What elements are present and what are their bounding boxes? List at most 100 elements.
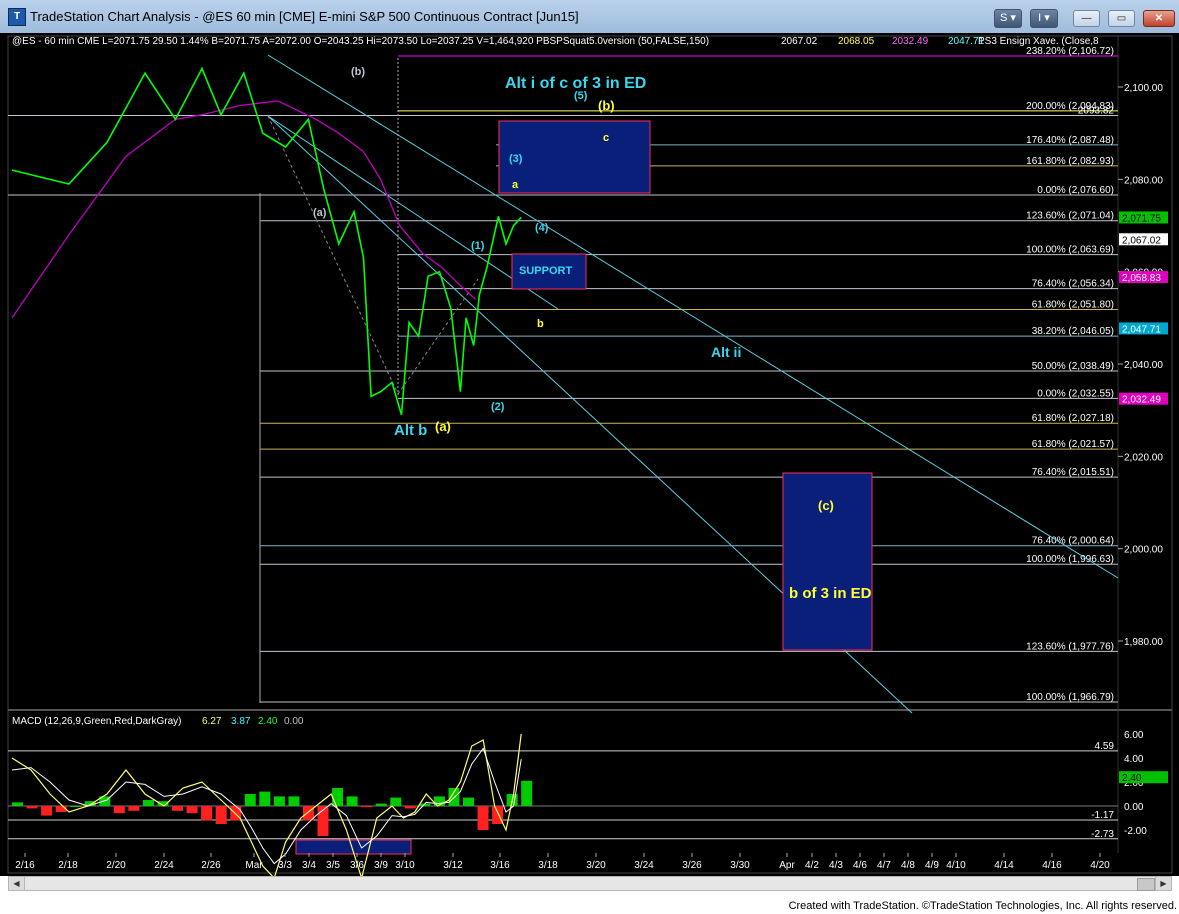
- macd-level-label: -2.73: [1091, 829, 1114, 840]
- macd-histogram-bar: [361, 806, 373, 808]
- price-tag-label: 2,032.49: [1122, 395, 1161, 406]
- x-tick-label: 2/26: [201, 860, 221, 871]
- macd-value: 3.87: [231, 716, 251, 727]
- fib-label: 100.00% (1,966.79): [1026, 692, 1114, 703]
- macd-histogram-bar: [128, 806, 140, 811]
- macd-histogram-bar: [26, 806, 38, 809]
- macd-histogram-bar: [273, 796, 285, 806]
- macd-histogram-bar: [288, 796, 300, 806]
- wave-label: (1): [471, 240, 485, 252]
- macd-value: 0.00: [284, 716, 304, 727]
- fib-label: 0.00% (2,032.55): [1037, 388, 1114, 399]
- macd-histogram-bar: [346, 796, 358, 806]
- x-tick-label: 3/26: [682, 860, 702, 871]
- macd-histogram-bar: [375, 803, 387, 806]
- macd-y-label: -2.00: [1124, 826, 1147, 837]
- macd-histogram-bar: [404, 806, 416, 809]
- fib-label: 76.40% (2,015.51): [1032, 467, 1114, 478]
- x-tick-label: 4/3: [829, 860, 843, 871]
- price-tag-label: 2,058.83: [1122, 273, 1161, 284]
- scroll-thumb[interactable]: [1137, 878, 1155, 891]
- macd-histogram-bar: [390, 797, 402, 806]
- x-tick-label: 3/12: [443, 860, 463, 871]
- x-tick-label: 3/18: [538, 860, 558, 871]
- wave-label: Alt b: [394, 422, 427, 439]
- scroll-left-arrow-icon[interactable]: ◀: [9, 877, 25, 890]
- close-button[interactable]: ✕: [1143, 10, 1175, 27]
- x-tick-label: 4/10: [946, 860, 966, 871]
- fib-label: 123.60% (2,071.04): [1026, 211, 1114, 222]
- fib-label: 100.00% (2,063.69): [1026, 245, 1114, 256]
- minimize-button[interactable]: —: [1073, 10, 1100, 27]
- x-tick-label: 3/20: [586, 860, 606, 871]
- x-tick-label: 3/3: [278, 860, 292, 871]
- fib-label: 176.40% (2,087.48): [1026, 135, 1114, 146]
- wave-label: SUPPORT: [519, 265, 572, 277]
- macd-histogram-bar: [463, 797, 475, 806]
- wave-label: b of 3 in ED: [789, 585, 872, 602]
- wave-label: (2): [491, 401, 505, 413]
- macd-histogram-bar: [186, 806, 198, 814]
- fib-label: 76.40% (2,056.34): [1032, 279, 1114, 290]
- x-tick-label: Apr: [779, 860, 795, 871]
- x-tick-label: 3/30: [730, 860, 750, 871]
- macd-y-label: 0.00: [1124, 802, 1144, 813]
- wave-label: (b): [598, 98, 615, 113]
- x-tick-label: 2/20: [106, 860, 126, 871]
- window-title: TradeStation Chart Analysis - @ES 60 min…: [30, 9, 579, 24]
- x-tick-label: 2/18: [58, 860, 78, 871]
- strategy-menu-button[interactable]: S ▾: [994, 9, 1022, 28]
- horizontal-scrollbar[interactable]: ◀ ▶: [8, 876, 1172, 891]
- x-tick-label: 3/5: [326, 860, 340, 871]
- macd-histogram-bar: [172, 806, 184, 811]
- x-tick-label: 3/6: [350, 860, 364, 871]
- price-tag-label: 2,067.02: [1122, 235, 1161, 246]
- maximize-button[interactable]: ▭: [1108, 10, 1135, 27]
- macd-y-label: 4.00: [1124, 754, 1144, 765]
- wave-label: b: [537, 318, 544, 330]
- fib-label: 2093.82: [1078, 106, 1115, 117]
- wave-label: (5): [574, 90, 588, 102]
- indicator-menu-button[interactable]: I ▾: [1030, 9, 1058, 28]
- fib-label: 0.00% (2,076.60): [1037, 185, 1114, 196]
- x-tick-label: Mar: [245, 860, 263, 871]
- macd-histogram-bar: [201, 806, 213, 821]
- chart-area[interactable]: 238.20% (2,106.72)200.00% (2,094.83)2093…: [0, 33, 1179, 876]
- x-tick-label: 4/9: [925, 860, 939, 871]
- macd-histogram-bar: [244, 794, 256, 806]
- macd-value: 2.40: [258, 716, 278, 727]
- macd-level-label: 4.59: [1095, 741, 1115, 752]
- fib-label: 61.80% (2,021.57): [1032, 439, 1114, 450]
- macd-histogram-bar: [448, 788, 460, 806]
- macd-histogram-bar: [41, 806, 53, 816]
- macd-label: MACD (12,26,9,Green,Red,DarkGray): [12, 716, 182, 727]
- y-tick-label: 2,000.00: [1124, 545, 1163, 556]
- pbsp-value: 2068.05: [838, 36, 875, 47]
- macd-histogram-bar: [12, 802, 23, 806]
- wave-label: (b): [351, 66, 365, 78]
- fib-label: 100.00% (1,996.63): [1026, 554, 1114, 565]
- y-tick-label: 2,040.00: [1124, 360, 1163, 371]
- macd-histogram-bar: [521, 780, 533, 806]
- macd-histogram-bar: [215, 806, 227, 824]
- x-tick-label: 4/2: [805, 860, 819, 871]
- y-tick-label: 2,100.00: [1124, 83, 1163, 94]
- macd-histogram-bar: [142, 800, 154, 806]
- tradestation-icon: T: [8, 8, 26, 26]
- wave-label: a: [512, 179, 519, 191]
- y-tick-label: 1,980.00: [1124, 637, 1163, 648]
- wave-label: c: [603, 132, 609, 144]
- fib-label: 50.00% (2,038.49): [1032, 361, 1114, 372]
- pbsp-value: 2067.02: [781, 36, 818, 47]
- x-tick-label: 3/16: [490, 860, 510, 871]
- wave-label: Alt ii: [711, 344, 741, 360]
- x-tick-label: 3/4: [302, 860, 316, 871]
- wave-label: (3): [509, 153, 523, 165]
- macd-histogram-bar: [113, 806, 125, 814]
- macd-value: 6.27: [202, 716, 222, 727]
- wave-label: (a): [313, 207, 327, 219]
- x-tick-label: 4/16: [1042, 860, 1062, 871]
- ensign-header: PS3 Ensign Xave. (Close,8: [978, 36, 1099, 47]
- pbsp-value: 2032.49: [892, 36, 929, 47]
- scroll-right-arrow-icon[interactable]: ▶: [1155, 877, 1171, 890]
